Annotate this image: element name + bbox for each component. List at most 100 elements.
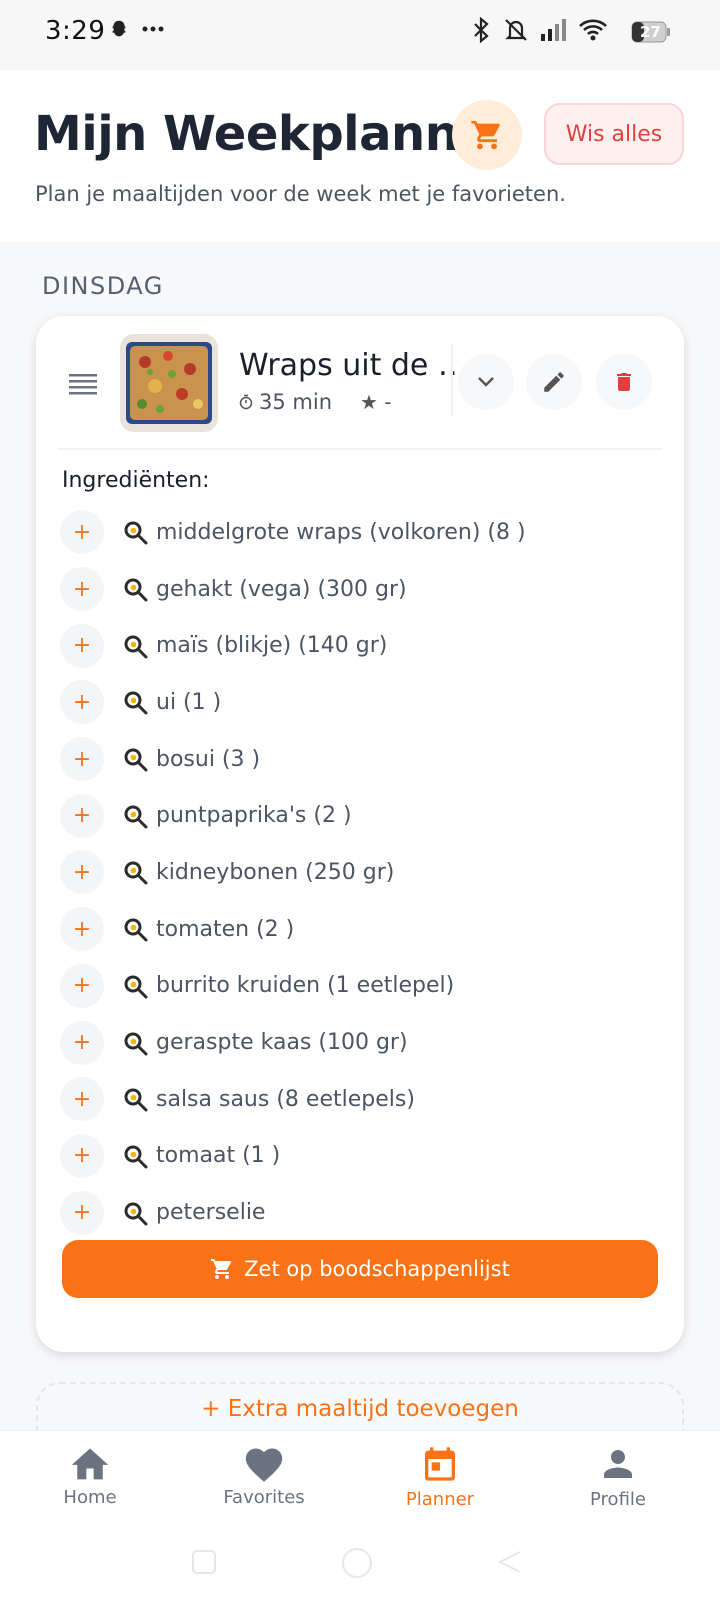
recipe-rating: ★ -: [360, 390, 392, 414]
add-ingredient-button[interactable]: +: [60, 1133, 104, 1178]
clear-all-button[interactable]: Wis alles: [544, 103, 684, 165]
ingredient-row: + middelgrote wraps (volkoren) (8 ): [60, 504, 660, 561]
add-ingredient-button[interactable]: +: [60, 623, 104, 668]
ingredient-text: gehakt (vega) (300 gr): [156, 576, 407, 602]
ingredient-row: + salsa saus (8 eetlepels): [60, 1071, 660, 1128]
ingredient-text: salsa saus (8 eetlepels): [156, 1086, 415, 1112]
pencil-icon: [544, 372, 564, 392]
header-divider: [451, 344, 453, 416]
ingredient-text: tomaten (2 ): [156, 916, 295, 942]
ingredient-row: + geraspte kaas (100 gr): [60, 1014, 660, 1071]
ingredient-row: + gehakt (vega) (300 gr): [60, 561, 660, 618]
add-ingredient-button[interactable]: +: [60, 1077, 104, 1122]
add-ingredient-button[interactable]: +: [60, 850, 104, 895]
ingredient-text: kidneybonen (250 gr): [156, 859, 395, 885]
chevron-down-icon: [478, 377, 494, 387]
delete-button[interactable]: [596, 354, 652, 410]
frying-pan-icon: [124, 918, 148, 942]
ingredient-text: puntpaprika's (2 ): [156, 803, 352, 829]
shopping-cart-button[interactable]: [452, 100, 522, 170]
ingredient-row: + puntpaprika's (2 ): [60, 787, 660, 844]
nav-planner[interactable]: Planner: [380, 1443, 500, 1510]
ingredient-row: + ui (1 ): [60, 674, 660, 731]
add-ingredient-button[interactable]: +: [60, 793, 104, 838]
nav-home[interactable]: Home: [30, 1443, 150, 1508]
recipe-time: 35 min: [259, 390, 332, 414]
nav-label-profile: Profile: [590, 1489, 646, 1510]
frying-pan-icon: [124, 748, 148, 772]
expand-button[interactable]: [458, 354, 514, 410]
calendar-icon: [425, 1447, 455, 1481]
nav-label-planner: Planner: [405, 1489, 475, 1510]
ingredient-row: + tomaten (2 ): [60, 901, 660, 958]
frying-pan-icon: [124, 861, 148, 885]
add-ingredient-button[interactable]: +: [60, 567, 104, 612]
person-icon: [604, 1450, 632, 1478]
page-title: Mijn Weekplanner: [34, 106, 514, 162]
ingredient-text: peterselie: [156, 1200, 266, 1226]
ingredient-text: burrito kruiden (1 eetlepel): [156, 973, 455, 999]
day-label: DINSDAG: [42, 272, 164, 300]
nav-profile[interactable]: Profile: [558, 1443, 678, 1510]
recents-button-icon[interactable]: [190, 1548, 218, 1576]
notification-bug-icon: [112, 20, 126, 37]
bottom-navigation: Home Favorites Planner Profile: [0, 1430, 720, 1540]
drag-handle-icon[interactable]: [68, 371, 98, 400]
add-ingredient-button[interactable]: +: [60, 680, 104, 725]
add-ingredient-button[interactable]: +: [60, 737, 104, 782]
ingredient-row: + peterselie: [60, 1184, 660, 1241]
add-ingredient-button[interactable]: +: [60, 1020, 104, 1065]
frying-pan-icon: [124, 805, 148, 829]
card-divider: [58, 448, 662, 450]
edit-button[interactable]: [526, 354, 582, 410]
timer-icon: [239, 394, 253, 410]
add-to-shopping-list-button[interactable]: Zet op boodschappenlijst: [62, 1240, 658, 1298]
nav-label-favorites: Favorites: [223, 1487, 305, 1508]
home-button-icon[interactable]: [340, 1546, 374, 1580]
frying-pan-icon: [124, 691, 148, 715]
meal-card: Wraps uit de … 35 min ★ - Ingrediënten: …: [36, 316, 684, 1352]
signal-icon: [541, 19, 566, 41]
ingredient-row: + bosui (3 ): [60, 731, 660, 788]
frying-pan-icon: [124, 635, 148, 659]
status-bar: 3:29 27: [0, 0, 720, 70]
frying-pan-icon: [124, 1202, 148, 1226]
ingredient-row: + burrito kruiden (1 eetlepel): [60, 958, 660, 1015]
status-left-icons: [108, 18, 164, 40]
ingredient-row: + tomaat (1 ): [60, 1128, 660, 1185]
ingredient-text: middelgrote wraps (volkoren) (8 ): [156, 519, 526, 545]
frying-pan-icon: [124, 1145, 148, 1169]
page-header: Mijn Weekplanner Wis alles Plan je maalt…: [0, 70, 720, 242]
frying-pan-icon: [124, 578, 148, 602]
status-time: 3:29: [45, 16, 106, 46]
heart-icon: [245, 1448, 283, 1482]
add-ingredient-button[interactable]: +: [60, 963, 104, 1008]
back-button-icon[interactable]: [496, 1548, 524, 1576]
shopping-button-label: Zet op boodschappenlijst: [244, 1257, 510, 1281]
nav-favorites[interactable]: Favorites: [204, 1443, 324, 1508]
status-right-icons: [470, 16, 658, 44]
ingredient-text: tomaat (1 ): [156, 1143, 281, 1169]
ingredient-text: geraspte kaas (100 gr): [156, 1030, 408, 1056]
system-navigation-bar: [0, 1540, 720, 1601]
frying-pan-icon: [124, 1088, 148, 1112]
recipe-name[interactable]: Wraps uit de …: [239, 348, 468, 383]
add-ingredient-button[interactable]: +: [60, 510, 104, 555]
ingredient-row: + kidneybonen (250 gr): [60, 844, 660, 901]
page-subtitle: Plan je maaltijden voor de week met je f…: [35, 182, 566, 206]
battery-level: 27: [640, 23, 661, 41]
trash-icon: [617, 373, 631, 391]
ingredients-title: Ingrediënten:: [62, 468, 210, 493]
frying-pan-icon: [124, 521, 148, 545]
bluetooth-icon: [474, 16, 489, 44]
ingredient-text: bosui (3 ): [156, 746, 261, 772]
ingredient-text: maïs (blikje) (140 gr): [156, 633, 388, 659]
add-ingredient-button[interactable]: +: [60, 907, 104, 952]
cart-icon: [211, 1259, 232, 1279]
add-ingredient-button[interactable]: +: [60, 1190, 104, 1235]
wifi-icon: [579, 19, 607, 41]
cart-icon: [471, 120, 500, 150]
nav-label-home: Home: [63, 1487, 117, 1508]
recipe-meta: 35 min ★ -: [239, 390, 392, 414]
frying-pan-icon: [124, 1032, 148, 1056]
